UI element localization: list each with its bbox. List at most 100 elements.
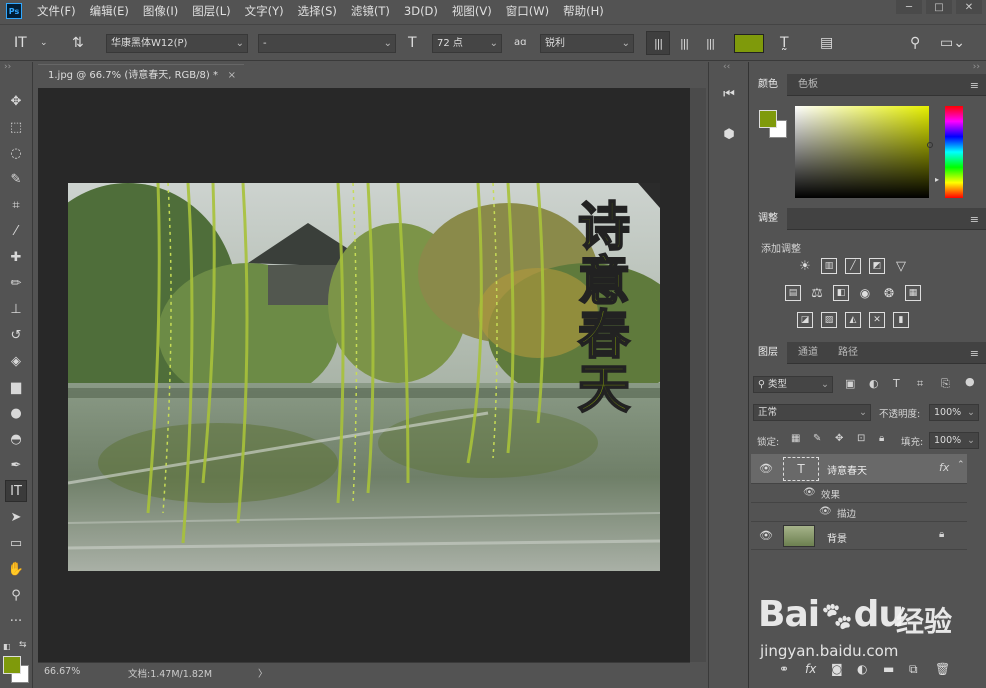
- close-tab-icon[interactable]: ×: [228, 65, 236, 87]
- font-family-select[interactable]: 华康黑体W12(P) ⌄: [106, 34, 248, 53]
- levels-icon[interactable]: ▥: [821, 258, 837, 274]
- tab-color[interactable]: 颜色: [749, 74, 787, 96]
- fx-badge[interactable]: fx: [939, 461, 949, 474]
- clone-stamp-tool-icon[interactable]: ⊥: [5, 298, 27, 320]
- menu-window[interactable]: 窗口(W): [499, 0, 556, 22]
- anti-alias-select[interactable]: 锐利 ⌄: [540, 34, 634, 53]
- channel-mixer-icon[interactable]: ❂: [881, 285, 897, 301]
- lock-pixels-icon[interactable]: ✎: [813, 433, 821, 444]
- align-left-icon[interactable]: |||: [646, 31, 670, 55]
- layer-row-text[interactable]: 👁︎ T 诗意春天 fx ⌃: [751, 454, 967, 484]
- dodge-tool-icon[interactable]: ◓: [5, 428, 27, 450]
- layer-effects-row[interactable]: 👁︎ 效果: [751, 484, 967, 503]
- filter-shape-icon[interactable]: ⌗: [917, 377, 923, 391]
- menu-help[interactable]: 帮助(H): [556, 0, 611, 22]
- gradient-tool-icon[interactable]: ▆: [5, 376, 27, 398]
- lasso-tool-icon[interactable]: ◌: [5, 142, 27, 164]
- color-picker-marker[interactable]: [927, 142, 933, 148]
- search-icon[interactable]: ⚲: [910, 34, 920, 52]
- font-style-select[interactable]: - ⌄: [258, 34, 396, 53]
- align-center-icon[interactable]: |||: [672, 31, 696, 55]
- filter-pixel-icon[interactable]: ▣: [845, 377, 855, 390]
- expand-effects-icon[interactable]: ⌃: [957, 460, 965, 470]
- blur-tool-icon[interactable]: ●: [5, 402, 27, 424]
- document-image[interactable]: 诗 意 春 天: [68, 183, 660, 571]
- threshold-icon[interactable]: ◭: [845, 312, 861, 328]
- panel-menu-icon[interactable]: ≡: [970, 79, 979, 92]
- blend-mode-select[interactable]: 正常 ⌄: [753, 404, 871, 421]
- stroke-eye-icon[interactable]: 👁︎: [819, 506, 832, 517]
- lock-artboard-icon[interactable]: ⊡: [857, 433, 865, 444]
- default-colors-icon[interactable]: ◧: [3, 642, 11, 651]
- collapse-icon[interactable]: ››: [4, 62, 11, 72]
- color-balance-icon[interactable]: ⚖: [809, 285, 825, 301]
- collapse-icon[interactable]: ››: [973, 62, 980, 72]
- quick-select-tool-icon[interactable]: ✎: [5, 168, 27, 190]
- menu-edit[interactable]: 编辑(E): [83, 0, 136, 22]
- filter-type-icon[interactable]: T: [893, 377, 900, 390]
- visibility-eye-icon[interactable]: 👁︎: [759, 529, 773, 542]
- color-field[interactable]: [795, 106, 929, 198]
- selective-color-icon[interactable]: ✕: [869, 312, 885, 328]
- effects-eye-icon[interactable]: 👁︎: [803, 487, 816, 498]
- layer-name[interactable]: 背景: [827, 530, 847, 545]
- type-tool-icon[interactable]: IT: [5, 480, 27, 502]
- menu-3d[interactable]: 3D(D): [397, 0, 445, 22]
- exposure-icon[interactable]: ◩: [869, 258, 885, 274]
- path-selection-tool-icon[interactable]: ➤: [5, 506, 27, 528]
- lock-all-icon[interactable]: 🔒︎: [879, 433, 884, 444]
- menu-layer[interactable]: 图层(L): [185, 0, 237, 22]
- black-white-icon[interactable]: ◧: [833, 285, 849, 301]
- tab-paths[interactable]: 路径: [829, 342, 867, 364]
- filter-toggle-icon[interactable]: ●: [965, 375, 975, 388]
- filter-adjustment-icon[interactable]: ◐: [869, 377, 879, 390]
- eyedropper-tool-icon[interactable]: ⁄: [5, 220, 27, 242]
- brightness-icon[interactable]: ☀: [797, 258, 813, 274]
- history-brush-tool-icon[interactable]: ↺: [5, 324, 27, 346]
- pen-tool-icon[interactable]: ✒: [5, 454, 27, 476]
- menu-select[interactable]: 选择(S): [291, 0, 344, 22]
- fill-input[interactable]: 100% ⌄: [929, 432, 979, 449]
- posterize-icon[interactable]: ▨: [821, 312, 837, 328]
- menu-view[interactable]: 视图(V): [445, 0, 499, 22]
- hand-tool-icon[interactable]: ✋: [5, 558, 27, 580]
- 3d-panel-icon[interactable]: ⬢: [719, 124, 739, 144]
- tab-channels[interactable]: 通道: [789, 342, 827, 364]
- tab-adjustments[interactable]: 调整: [749, 208, 787, 230]
- vertical-scrollbar[interactable]: [690, 88, 706, 662]
- hue-pointer-icon[interactable]: ▸: [935, 175, 939, 184]
- layer-stroke-row[interactable]: 👁︎ 描边: [751, 503, 967, 522]
- panel-foreground-swatch[interactable]: [759, 110, 777, 128]
- hue-saturation-icon[interactable]: ▤: [785, 285, 801, 301]
- tab-layers[interactable]: 图层: [749, 342, 787, 364]
- document-tab[interactable]: 1.jpg @ 66.7% (诗意春天, RGB/8) * ×: [38, 64, 244, 86]
- more-tools-icon[interactable]: ···: [5, 610, 27, 632]
- status-menu-arrow-icon[interactable]: 〉: [258, 666, 268, 680]
- healing-brush-tool-icon[interactable]: ✚: [5, 246, 27, 268]
- menu-file[interactable]: 文件(F): [30, 0, 83, 22]
- menu-image[interactable]: 图像(I): [136, 0, 185, 22]
- vertical-text-layer[interactable]: 诗 意 春 天: [574, 200, 634, 418]
- color-lookup-icon[interactable]: ▦: [905, 285, 921, 301]
- eraser-tool-icon[interactable]: ◈: [5, 350, 27, 372]
- filter-smart-object-icon[interactable]: ⎘: [941, 377, 950, 391]
- lock-transparent-icon[interactable]: ▦: [791, 433, 800, 444]
- align-right-icon[interactable]: |||: [698, 31, 722, 55]
- tab-swatches[interactable]: 色板: [789, 74, 827, 96]
- invert-icon[interactable]: ◪: [797, 312, 813, 328]
- warp-text-icon[interactable]: T̰: [780, 34, 789, 52]
- layer-name[interactable]: 诗意春天: [827, 462, 867, 477]
- menu-filter[interactable]: 滤镜(T): [344, 0, 397, 22]
- zoom-level[interactable]: 66.67%: [44, 666, 80, 677]
- workspace-icon[interactable]: ▭⌄: [940, 34, 965, 52]
- minimize-button[interactable]: ─: [896, 0, 922, 14]
- maximize-button[interactable]: □: [926, 0, 952, 14]
- lock-position-icon[interactable]: ✥: [835, 433, 843, 444]
- photo-filter-icon[interactable]: ◉: [857, 285, 873, 301]
- hue-slider[interactable]: [945, 106, 963, 198]
- vibrance-icon[interactable]: ▽: [893, 258, 909, 274]
- brush-tool-icon[interactable]: ✏: [5, 272, 27, 294]
- toggle-text-orientation-icon[interactable]: ⇅: [72, 34, 84, 52]
- visibility-eye-icon[interactable]: 👁︎: [759, 462, 773, 475]
- panel-menu-icon[interactable]: ≡: [970, 213, 979, 226]
